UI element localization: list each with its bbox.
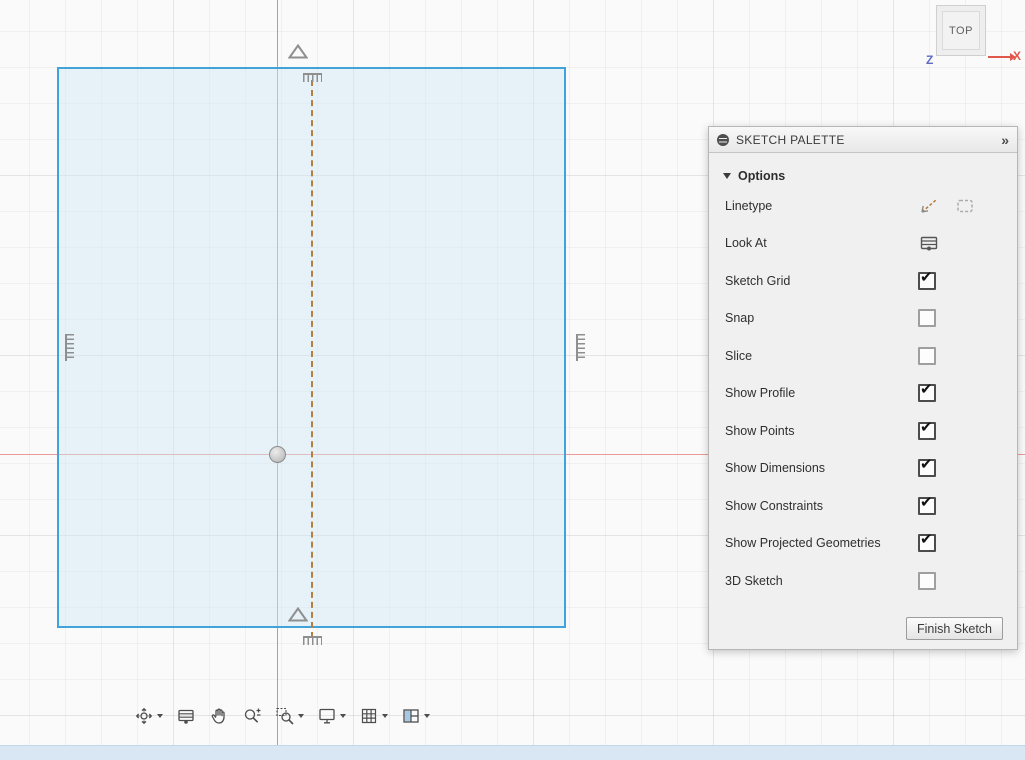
show-dimensions-checkbox[interactable] <box>918 459 936 477</box>
midpoint-constraint-icon[interactable] <box>303 73 322 82</box>
chevron-down-icon[interactable] <box>424 714 430 718</box>
option-label: Show Points <box>725 424 916 438</box>
option-label: Slice <box>725 349 916 363</box>
show-constraints-checkbox[interactable] <box>918 497 936 515</box>
viewcube-z-axis-label: Z <box>926 53 933 67</box>
palette-row-look-at: Look At <box>709 225 1017 263</box>
viewcube-x-axis-label: X <box>1013 49 1021 63</box>
slice-checkbox[interactable] <box>918 347 936 365</box>
option-label: Show Projected Geometries <box>725 536 916 550</box>
grid-and-snaps-icon <box>359 706 379 726</box>
look-at-button[interactable] <box>172 703 200 729</box>
options-section-header[interactable]: Options <box>709 153 1017 187</box>
option-label: Show Profile <box>725 386 916 400</box>
pan-icon <box>209 706 229 726</box>
zoom-icon <box>242 706 262 726</box>
zoom-button[interactable] <box>238 703 266 729</box>
zoom-window-icon <box>275 706 295 726</box>
palette-row-show-projected-geometries: Show Projected Geometries <box>709 525 1017 563</box>
palette-options-list: Linetype Look At <box>709 187 1017 600</box>
navigation-bar <box>130 703 434 729</box>
zoom-window-button[interactable] <box>271 703 308 729</box>
palette-row-show-constraints: Show Constraints <box>709 487 1017 525</box>
display-settings-button[interactable] <box>313 703 350 729</box>
option-label: Show Dimensions <box>725 461 916 475</box>
option-label: 3D Sketch <box>725 574 916 588</box>
options-section-label: Options <box>738 169 785 183</box>
palette-row-show-dimensions: Show Dimensions <box>709 450 1017 488</box>
palette-row-slice: Slice <box>709 337 1017 375</box>
palette-header[interactable]: SKETCH PALETTE » <box>709 127 1017 153</box>
grid-and-snaps-button[interactable] <box>355 703 392 729</box>
symmetry-constraint-icon[interactable] <box>288 44 308 59</box>
chevron-down-icon[interactable] <box>298 714 304 718</box>
snap-checkbox[interactable] <box>918 309 936 327</box>
construction-centerline[interactable] <box>311 80 313 638</box>
option-label: Sketch Grid <box>725 274 916 288</box>
orbit-button[interactable] <box>130 703 167 729</box>
option-label: Snap <box>725 311 916 325</box>
viewcube-face-label: TOP <box>949 25 973 37</box>
palette-row-show-points: Show Points <box>709 412 1017 450</box>
midpoint-constraint-icon[interactable] <box>303 636 322 645</box>
finish-sketch-button[interactable]: Finish Sketch <box>906 617 1003 640</box>
viewports-icon <box>401 706 421 726</box>
chevron-down-icon[interactable] <box>382 714 388 718</box>
palette-icon <box>717 134 729 146</box>
viewports-button[interactable] <box>397 703 434 729</box>
palette-row-show-profile: Show Profile <box>709 375 1017 413</box>
option-label: Show Constraints <box>725 499 916 513</box>
palette-row-snap: Snap <box>709 300 1017 338</box>
viewcube-x-axis-arrow <box>988 56 1010 58</box>
orbit-icon <box>134 706 154 726</box>
chevron-down-icon[interactable] <box>157 714 163 718</box>
midpoint-constraint-icon[interactable] <box>576 334 585 361</box>
option-label: Look At <box>725 236 916 250</box>
show-points-checkbox[interactable] <box>918 422 936 440</box>
chevron-down-icon <box>723 173 731 179</box>
midpoint-constraint-icon[interactable] <box>65 334 74 361</box>
pan-button[interactable] <box>205 703 233 729</box>
show-projected-geometries-checkbox[interactable] <box>918 534 936 552</box>
display-settings-icon <box>317 706 337 726</box>
palette-row-sketch-grid: Sketch Grid <box>709 262 1017 300</box>
sketch-grid-checkbox[interactable] <box>918 272 936 290</box>
palette-row-linetype: Linetype <box>709 187 1017 225</box>
construction-line-icon[interactable] <box>918 195 940 217</box>
look-at-icon <box>176 706 196 726</box>
option-label: Linetype <box>725 199 916 213</box>
palette-title: SKETCH PALETTE <box>736 133 994 147</box>
palette-row-3d-sketch: 3D Sketch <box>709 562 1017 600</box>
sketch-palette-panel: SKETCH PALETTE » Options Linetype <box>708 126 1018 650</box>
show-profile-checkbox[interactable] <box>918 384 936 402</box>
collapse-panel-icon[interactable]: » <box>1001 133 1009 147</box>
viewcube[interactable]: TOP <box>936 5 986 56</box>
3d-sketch-checkbox[interactable] <box>918 572 936 590</box>
timeline-strip <box>0 745 1025 760</box>
look-at-icon[interactable] <box>918 232 940 254</box>
centerline-icon[interactable] <box>954 195 976 217</box>
origin-point[interactable] <box>269 446 286 463</box>
chevron-down-icon[interactable] <box>340 714 346 718</box>
symmetry-constraint-icon[interactable] <box>288 607 308 622</box>
